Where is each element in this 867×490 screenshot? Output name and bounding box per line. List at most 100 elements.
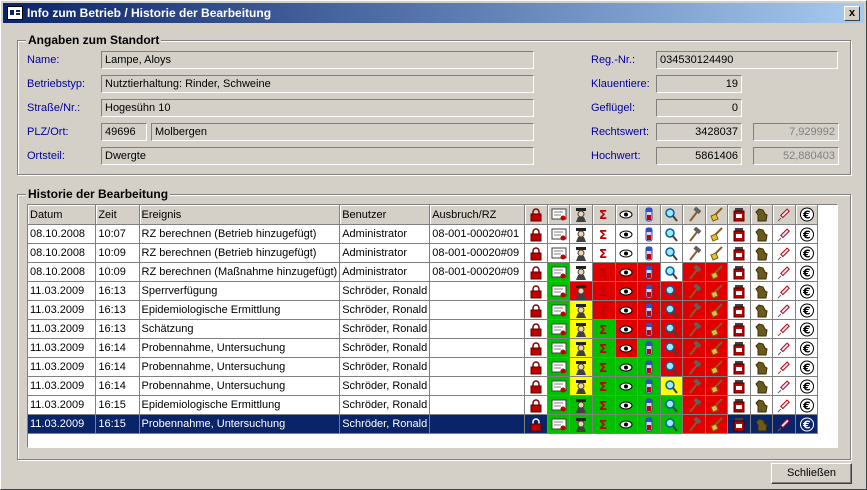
syringe-icon bbox=[776, 207, 792, 222]
table-row[interactable]: 11.03.2009 16:13 Sperrverfügung Schröder, R… bbox=[28, 281, 837, 301]
certificate-icon bbox=[551, 227, 567, 242]
status-cell-magnifier bbox=[660, 262, 684, 282]
column-header-datum[interactable]: Datum bbox=[28, 205, 97, 225]
rechtswert-field[interactable]: 3428037 bbox=[656, 123, 742, 141]
column-header-jar-icon[interactable] bbox=[727, 205, 751, 225]
status-cell-euro: € bbox=[795, 414, 819, 434]
betriebstyp-field[interactable]: Nutztierhaltung: Rinder, Schweine bbox=[101, 75, 534, 93]
history-table: Datum Zeit Ereignis Benutzer Ausbruch/RZ Σ € 0… bbox=[28, 205, 837, 434]
name-field[interactable]: Lampe, Aloys bbox=[101, 51, 534, 69]
status-cell-vial bbox=[637, 338, 661, 358]
column-header-certificate-icon[interactable] bbox=[547, 205, 571, 225]
lock-icon bbox=[528, 417, 544, 432]
column-header-zeit[interactable]: Zeit bbox=[95, 205, 140, 225]
svg-text:€: € bbox=[802, 418, 811, 431]
inspector-icon bbox=[573, 341, 589, 356]
regnr-field[interactable]: 034530124490 bbox=[656, 51, 838, 69]
table-row[interactable]: 11.03.2009 16:15 Epidemiologische Ermittlu… bbox=[28, 395, 837, 415]
jar-icon bbox=[731, 227, 747, 242]
hammer-icon bbox=[686, 416, 702, 432]
inspector-icon bbox=[573, 303, 589, 318]
cell-ereignis: Epidemiologische Ermittlung bbox=[139, 395, 341, 415]
lock-icon bbox=[528, 284, 544, 299]
column-header-vial-icon[interactable] bbox=[637, 205, 661, 225]
strasse-field[interactable]: Hogesühn 10 bbox=[101, 99, 534, 117]
table-row[interactable]: 11.03.2009 16:13 Epidemiologische Ermittlu… bbox=[28, 300, 837, 320]
column-header-inspector-icon[interactable] bbox=[569, 205, 593, 225]
column-header-sigma-icon[interactable]: Σ bbox=[592, 205, 616, 225]
status-cell-eye bbox=[615, 357, 639, 377]
status-cell-magnifier bbox=[660, 319, 684, 339]
cell-datum: 08.10.2008 bbox=[28, 224, 97, 244]
column-header-magnifier-icon[interactable] bbox=[660, 205, 684, 225]
hochwert-field[interactable]: 5861406 bbox=[656, 147, 742, 165]
certificate-icon bbox=[551, 246, 567, 261]
status-cell-animal bbox=[750, 300, 774, 320]
table-row[interactable]: 11.03.2009 16:15 Probennahme, Untersuchung… bbox=[28, 414, 837, 434]
cell-datum: 11.03.2009 bbox=[28, 395, 97, 415]
column-header-euro-icon[interactable]: € bbox=[795, 205, 819, 225]
gefluegel-field[interactable]: 0 bbox=[656, 99, 742, 117]
svg-text:€: € bbox=[802, 209, 811, 222]
history-grid[interactable]: Datum Zeit Ereignis Benutzer Ausbruch/RZ Σ € 0… bbox=[27, 204, 838, 448]
status-cell-inspector bbox=[569, 224, 593, 244]
vial-icon bbox=[641, 207, 657, 222]
status-cell-lock bbox=[524, 414, 548, 434]
column-header-eye-icon[interactable] bbox=[615, 205, 639, 225]
status-cell-inspector bbox=[569, 376, 593, 396]
vial-icon bbox=[641, 417, 657, 432]
broom-icon bbox=[708, 207, 724, 222]
hochwert-degrees-field[interactable]: 52,880403 bbox=[753, 147, 839, 165]
column-header-hammer-icon[interactable] bbox=[682, 205, 706, 225]
status-cell-certificate bbox=[547, 414, 571, 434]
vial-icon bbox=[641, 398, 657, 413]
ort-field[interactable]: Molbergen bbox=[151, 123, 534, 141]
status-cell-broom bbox=[705, 338, 729, 358]
vial-icon bbox=[641, 360, 657, 375]
plzort-label: PLZ/Ort: bbox=[27, 126, 69, 138]
column-header-benutzer[interactable]: Benutzer bbox=[339, 205, 431, 225]
close-button[interactable]: Schließen bbox=[771, 463, 852, 484]
table-row[interactable]: 11.03.2009 16:14 Probennahme, Untersuchung… bbox=[28, 338, 837, 358]
cell-benutzer: Schröder, Ronald bbox=[339, 395, 431, 415]
column-header-ereignis[interactable]: Ereignis bbox=[139, 205, 341, 225]
euro-icon: € bbox=[799, 398, 815, 413]
title-bar[interactable]: Info zum Betrieb / Historie der Bearbeit… bbox=[3, 3, 864, 23]
table-row[interactable]: 08.10.2008 10:09 RZ berechnen (Maßnahme hi… bbox=[28, 262, 837, 282]
status-cell-inspector bbox=[569, 414, 593, 434]
table-row[interactable]: 11.03.2009 16:14 Probennahme, Untersuchung… bbox=[28, 357, 837, 377]
column-header-broom-icon[interactable] bbox=[705, 205, 729, 225]
table-row[interactable]: 08.10.2008 10:07 RZ berechnen (Betrieb hin… bbox=[28, 224, 837, 244]
table-row[interactable]: 11.03.2009 16:13 Schätzung Schröder, Ronald… bbox=[28, 319, 837, 339]
broom-icon bbox=[708, 378, 724, 394]
inspector-icon bbox=[573, 417, 589, 432]
close-icon[interactable]: x bbox=[844, 6, 860, 21]
cell-ereignis: Sperrverfügung bbox=[139, 281, 341, 301]
svg-text:Σ: Σ bbox=[599, 228, 607, 242]
status-cell-animal bbox=[750, 319, 774, 339]
column-header-lock-icon[interactable] bbox=[524, 205, 548, 225]
rechtswert-degrees-field[interactable]: 7,929992 bbox=[753, 123, 839, 141]
table-row[interactable]: 08.10.2008 10:09 RZ berechnen (Betrieb hin… bbox=[28, 243, 837, 263]
status-cell-vial bbox=[637, 319, 661, 339]
plz-field[interactable]: 49696 bbox=[101, 123, 147, 141]
magnifier-icon bbox=[663, 379, 679, 394]
ortsteil-field[interactable]: Dwergte bbox=[101, 147, 534, 165]
cell-ereignis: Probennahme, Untersuchung bbox=[139, 357, 341, 377]
sigma-icon: Σ bbox=[596, 341, 612, 356]
magnifier-icon bbox=[663, 398, 679, 413]
status-cell-certificate bbox=[547, 224, 571, 244]
column-header-syringe-icon[interactable] bbox=[772, 205, 796, 225]
status-cell-broom bbox=[705, 281, 729, 301]
table-row[interactable]: 11.03.2009 16:14 Probennahme, Untersuchung… bbox=[28, 376, 837, 396]
klauentiere-field[interactable]: 19 bbox=[656, 75, 742, 93]
column-header-animal-icon[interactable] bbox=[750, 205, 774, 225]
lock-icon bbox=[528, 227, 544, 242]
broom-icon bbox=[708, 264, 724, 280]
inspector-icon bbox=[573, 246, 589, 261]
cell-ausbruch bbox=[429, 376, 526, 396]
hammer-icon bbox=[686, 378, 702, 394]
column-header-ausbruchrz[interactable]: Ausbruch/RZ bbox=[429, 205, 526, 225]
lock-icon bbox=[528, 398, 544, 413]
jar-icon bbox=[731, 379, 747, 394]
